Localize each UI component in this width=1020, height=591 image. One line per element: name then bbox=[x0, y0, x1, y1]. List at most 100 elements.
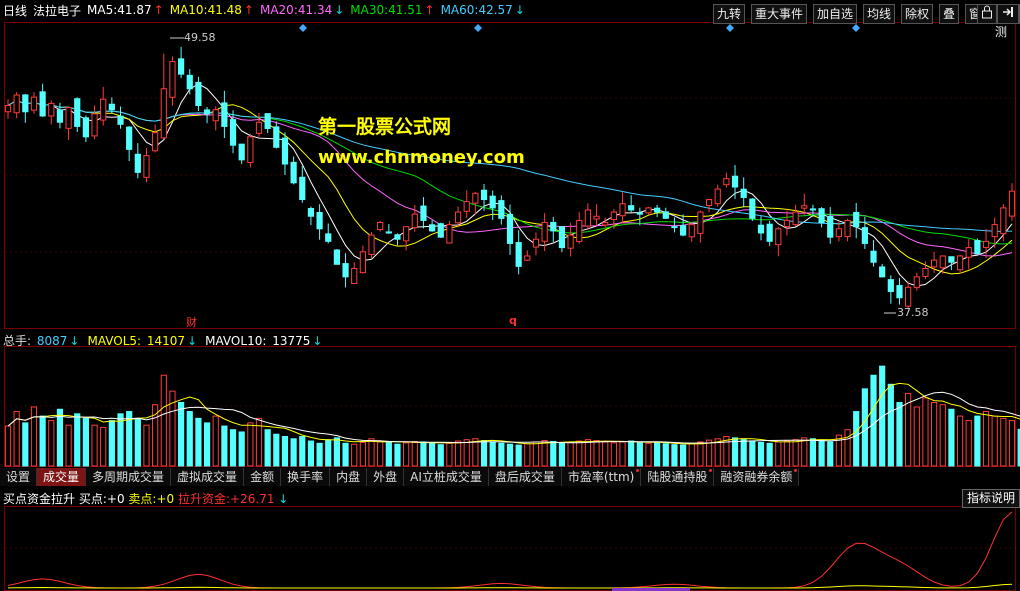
volume-bar bbox=[541, 440, 548, 467]
candle bbox=[4, 104, 12, 113]
volume-bar bbox=[359, 441, 366, 467]
volume-bar bbox=[368, 438, 375, 467]
tab-1[interactable]: 成交量 bbox=[37, 468, 87, 486]
candle bbox=[22, 94, 29, 113]
candle bbox=[939, 255, 946, 269]
volume-legend-value: 8087 bbox=[33, 334, 68, 348]
candle bbox=[922, 267, 929, 277]
volume-bar bbox=[299, 436, 306, 467]
volume-bar bbox=[385, 441, 392, 467]
event-diamond-icon bbox=[474, 24, 482, 32]
volume-bar bbox=[307, 440, 315, 467]
lock-icon[interactable] bbox=[977, 4, 997, 24]
volume-bar bbox=[437, 444, 444, 467]
toolbar-button-2[interactable]: 加自选 bbox=[813, 4, 858, 24]
sell-value: +0 bbox=[156, 492, 175, 506]
volume-bar bbox=[186, 411, 193, 467]
candle bbox=[654, 207, 661, 213]
volume-bar bbox=[680, 444, 687, 467]
volume-bar bbox=[766, 442, 773, 467]
candle bbox=[619, 203, 626, 217]
tab-6[interactable]: 内盘 bbox=[330, 468, 368, 486]
candle bbox=[809, 208, 817, 211]
volume-bar bbox=[134, 417, 141, 467]
candle bbox=[861, 227, 868, 244]
period-label[interactable]: 日线 bbox=[3, 2, 27, 19]
volume-bar bbox=[221, 425, 228, 467]
tab-2[interactable]: 多周期成交量 bbox=[86, 468, 172, 486]
finance-event-mark[interactable]: 财 bbox=[186, 314, 197, 330]
tab-7[interactable]: 外盘 bbox=[367, 468, 405, 486]
volume-bar bbox=[697, 441, 704, 467]
volume-bar bbox=[480, 440, 488, 467]
toolbar-button-1[interactable]: 重大事件 bbox=[751, 4, 808, 24]
volume-bar bbox=[593, 440, 600, 467]
tab-11[interactable]: 陆股通持股 bbox=[641, 468, 715, 486]
candle bbox=[731, 175, 739, 188]
candle bbox=[757, 224, 765, 234]
tab-label: 多周期成交量 bbox=[92, 470, 165, 484]
volume-bar bbox=[498, 442, 505, 467]
toolbar-button-4[interactable]: 除权 bbox=[901, 4, 934, 24]
tab-5[interactable]: 换手率 bbox=[281, 468, 331, 486]
candle bbox=[879, 266, 886, 278]
volume-bar bbox=[844, 429, 851, 467]
candle bbox=[143, 155, 150, 178]
toolbar-button-3[interactable]: 均线 bbox=[863, 4, 896, 24]
candle bbox=[801, 205, 808, 209]
candle bbox=[550, 221, 557, 232]
event-diamond-icon bbox=[726, 24, 734, 32]
indicator-name[interactable]: 买点资金拉升 bbox=[3, 492, 75, 506]
volume-bar bbox=[783, 440, 791, 467]
exit-icon[interactable] bbox=[997, 4, 1019, 24]
up-arrow-icon: ↑ bbox=[243, 3, 254, 17]
candle bbox=[705, 199, 713, 206]
volume-bar bbox=[913, 406, 920, 467]
volume-bar bbox=[342, 442, 349, 467]
candle bbox=[835, 228, 842, 238]
volume-bar bbox=[30, 406, 38, 467]
toolbar-button-5[interactable]: 叠 bbox=[939, 4, 960, 24]
volume-bar bbox=[377, 440, 384, 467]
volume-bar bbox=[82, 417, 89, 467]
volume-bar bbox=[662, 443, 669, 467]
ma5-line bbox=[7, 83, 1013, 287]
tab-0[interactable]: 设置 bbox=[0, 468, 38, 486]
tab-label: 成交量 bbox=[43, 470, 80, 484]
candle bbox=[178, 58, 185, 75]
candle bbox=[740, 188, 747, 198]
tab-3[interactable]: 虚拟成交量 bbox=[171, 468, 245, 486]
volume-bar bbox=[178, 401, 185, 467]
tab-12[interactable]: 融资融券余额 bbox=[714, 468, 800, 486]
candle bbox=[697, 211, 704, 234]
candle bbox=[325, 233, 332, 242]
candle bbox=[152, 132, 159, 152]
volume-bar bbox=[558, 442, 566, 467]
volume-bar bbox=[195, 417, 202, 467]
volume-bar bbox=[1000, 417, 1007, 467]
indicator-help-button[interactable]: 指标说明 bbox=[961, 489, 1020, 508]
tab-8[interactable]: AI立桩成交量 bbox=[404, 468, 489, 486]
volume-bar bbox=[506, 443, 514, 467]
pull-funds-label: 拉升资金: bbox=[178, 492, 231, 506]
candle bbox=[489, 195, 496, 209]
candle bbox=[610, 211, 617, 221]
candle bbox=[948, 256, 955, 263]
volume-bar bbox=[273, 433, 280, 467]
volume-bar bbox=[420, 441, 427, 467]
tab-9[interactable]: 盘后成交量 bbox=[488, 468, 562, 486]
volume-bar bbox=[740, 439, 747, 467]
candle bbox=[403, 226, 410, 242]
tab-4[interactable]: 金额 bbox=[244, 468, 282, 486]
volume-bar bbox=[705, 439, 713, 467]
volume-bar bbox=[411, 440, 418, 467]
candle bbox=[221, 102, 228, 127]
volume-bar bbox=[619, 441, 626, 467]
stock-name: 法拉电子 bbox=[33, 3, 82, 18]
q-event-mark[interactable]: q bbox=[509, 314, 517, 327]
tab-10[interactable]: 市盈率(ttm) bbox=[561, 468, 642, 486]
toolbar-button-0[interactable]: 九转 bbox=[713, 4, 746, 24]
tab-label: 陆股通持股 bbox=[647, 470, 708, 484]
candle bbox=[56, 109, 64, 123]
volume-bar bbox=[567, 441, 574, 467]
